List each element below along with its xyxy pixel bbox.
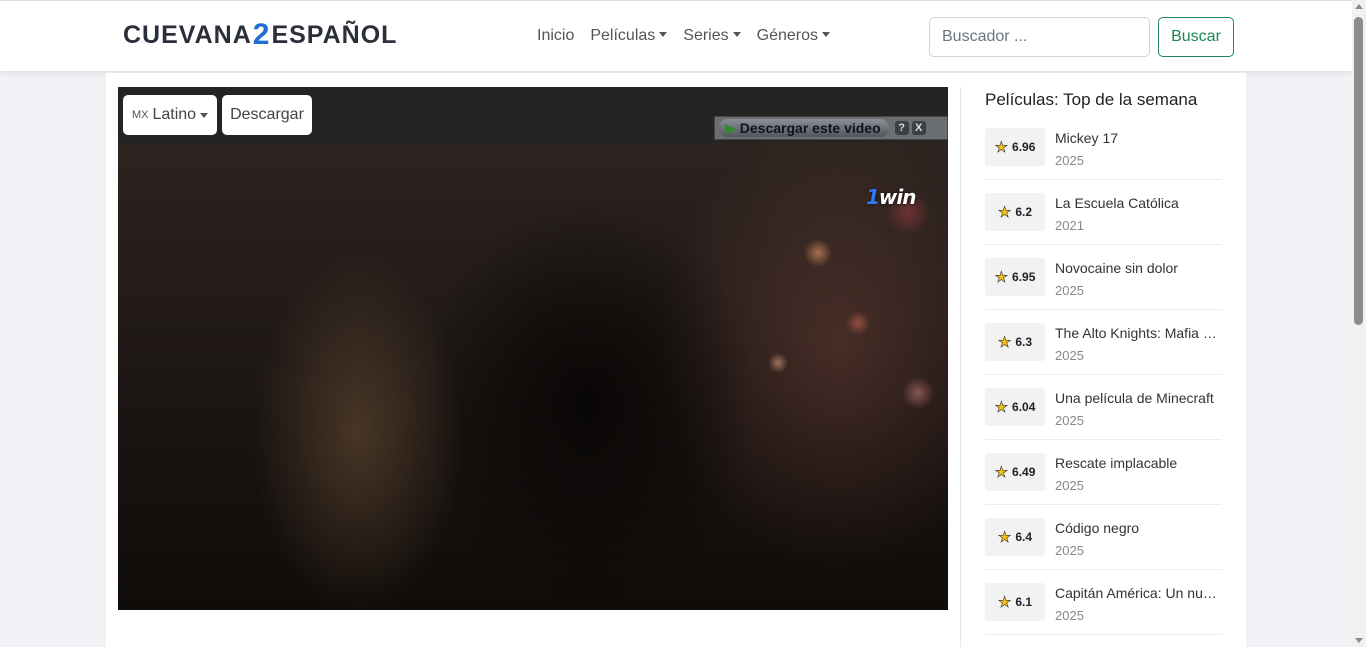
- movie-year: 2025: [1055, 283, 1084, 298]
- movie-title[interactable]: Capitán América: Un nu…: [1055, 585, 1220, 601]
- movie-title[interactable]: Una película de Minecraft: [1055, 390, 1220, 406]
- rating-badge: ★ 6.3: [985, 323, 1045, 361]
- download-button[interactable]: Descargar: [222, 95, 312, 135]
- list-item[interactable]: ★ 6.2 La Escuela Católica 2021: [985, 180, 1222, 245]
- rating-value: 6.2: [1015, 205, 1033, 219]
- sponsor-logo: 1win: [866, 185, 916, 209]
- movie-year: 2025: [1055, 608, 1084, 623]
- movie-year: 2025: [1055, 478, 1084, 493]
- scroll-up-arrow-icon[interactable]: [1355, 4, 1363, 9]
- language-label: Latino: [152, 106, 197, 123]
- nav-series-dropdown[interactable]: Series: [683, 27, 740, 45]
- rating-value: 6.4: [1015, 530, 1033, 544]
- ad-download-label: Descargar este video: [739, 120, 881, 136]
- star-icon: ★: [994, 399, 1009, 417]
- rating-value: 6.95: [1012, 270, 1036, 284]
- list-item[interactable]: ★ 6.04 Una película de Minecraft 2025: [985, 375, 1222, 440]
- movie-title[interactable]: Novocaine sin dolor: [1055, 260, 1220, 276]
- rating-value: 6.96: [1012, 140, 1036, 154]
- movie-year: 2025: [1055, 413, 1084, 428]
- sidebar-title: Películas: Top de la semana: [985, 90, 1198, 109]
- ad-download-bar: ▶ Descargar este video ? X: [714, 116, 948, 140]
- star-icon: ★: [997, 334, 1012, 352]
- movie-year: 2025: [1055, 543, 1084, 558]
- list-item[interactable]: ★ 6.95 Novocaine sin dolor 2025: [985, 245, 1222, 310]
- nav-inicio[interactable]: Inicio: [537, 27, 574, 45]
- ad-download-button[interactable]: ▶ Descargar este video: [719, 119, 889, 137]
- star-icon: ★: [994, 139, 1009, 157]
- top-movies-list: ★ 6.96 Mickey 17 2025 ★ 6.2 La Escuela Cat…: [985, 115, 1222, 635]
- mx-flag-icon: MX: [131, 109, 149, 121]
- top-navbar: CUEVANA 2 ESPAÑOL Inicio Películas Series …: [0, 0, 1352, 71]
- movie-title[interactable]: Rescate implacable: [1055, 455, 1220, 471]
- sidebar-divider: [960, 87, 961, 647]
- list-item[interactable]: ★ 6.96 Mickey 17 2025: [985, 115, 1222, 180]
- star-icon: ★: [994, 269, 1009, 287]
- movie-title[interactable]: Código negro: [1055, 520, 1220, 536]
- scrollbar-thumb[interactable]: [1354, 17, 1363, 325]
- rating-badge: ★ 6.04: [985, 388, 1045, 426]
- rating-badge: ★ 6.1: [985, 583, 1045, 621]
- rating-value: 6.04: [1012, 400, 1036, 414]
- close-icon[interactable]: X: [911, 121, 926, 135]
- scroll-down-arrow-icon[interactable]: [1355, 638, 1363, 643]
- video-player[interactable]: MX Latino Descargar ▶ Descargar este vid…: [118, 87, 948, 610]
- logo-part1: CUEVANA: [123, 20, 252, 49]
- logo-part3: ESPAÑOL: [271, 20, 398, 49]
- star-icon: ★: [997, 529, 1012, 547]
- movie-year: 2025: [1055, 153, 1084, 168]
- video-frame[interactable]: [118, 143, 948, 610]
- rating-badge: ★ 6.96: [985, 128, 1045, 166]
- rating-value: 6.49: [1012, 465, 1036, 479]
- star-icon: ★: [997, 594, 1012, 612]
- rating-badge: ★ 6.4: [985, 518, 1045, 556]
- rating-badge: ★ 6.95: [985, 258, 1045, 296]
- movie-year: 2025: [1055, 348, 1084, 363]
- list-item[interactable]: ★ 6.4 Código negro 2025: [985, 505, 1222, 570]
- search-input[interactable]: [929, 17, 1150, 57]
- site-logo[interactable]: CUEVANA 2 ESPAÑOL: [123, 18, 398, 51]
- help-icon[interactable]: ?: [894, 121, 909, 135]
- player-toolbar: MX Latino Descargar ▶ Descargar este vid…: [118, 87, 948, 143]
- movie-title[interactable]: Mickey 17: [1055, 130, 1220, 146]
- star-icon: ★: [997, 204, 1012, 222]
- movie-title[interactable]: La Escuela Católica: [1055, 195, 1220, 211]
- search-button[interactable]: Buscar: [1158, 17, 1234, 57]
- page-scrollbar[interactable]: [1352, 0, 1366, 647]
- list-item[interactable]: ★ 6.1 Capitán América: Un nu… 2025: [985, 570, 1222, 635]
- list-item[interactable]: ★ 6.49 Rescate implacable 2025: [985, 440, 1222, 505]
- play-icon: ▶: [725, 119, 736, 136]
- main-nav: Inicio Películas Series Géneros: [537, 27, 830, 45]
- language-dropdown[interactable]: MX Latino: [123, 95, 217, 135]
- logo-part2: 2: [252, 18, 271, 51]
- star-icon: ★: [994, 464, 1009, 482]
- rating-badge: ★ 6.2: [985, 193, 1045, 231]
- movie-year: 2021: [1055, 218, 1084, 233]
- nav-generos-dropdown[interactable]: Géneros: [757, 27, 830, 45]
- movie-title[interactable]: The Alto Knights: Mafia …: [1055, 325, 1220, 341]
- list-item[interactable]: ★ 6.3 The Alto Knights: Mafia … 2025: [985, 310, 1222, 375]
- rating-value: 6.1: [1015, 595, 1033, 609]
- nav-peliculas-dropdown[interactable]: Películas: [590, 27, 667, 45]
- rating-value: 6.3: [1015, 335, 1033, 349]
- rating-badge: ★ 6.49: [985, 453, 1045, 491]
